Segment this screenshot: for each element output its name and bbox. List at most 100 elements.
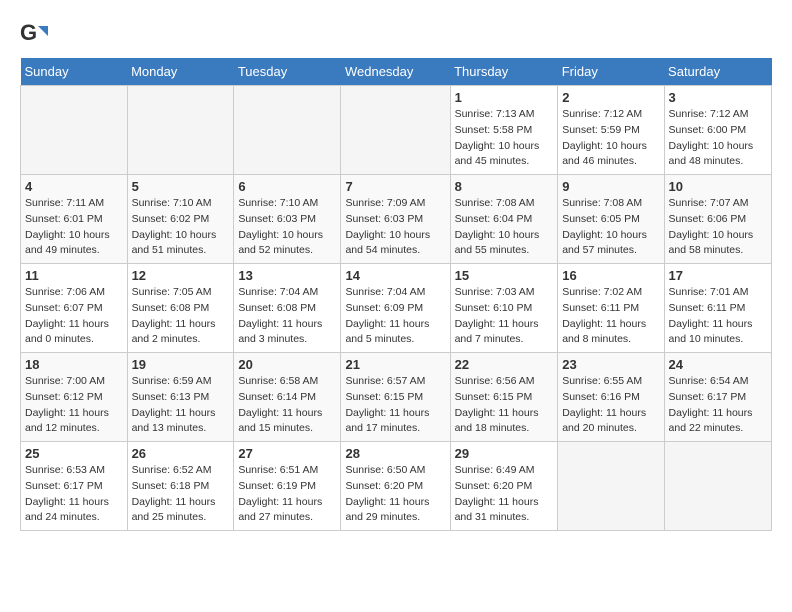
- day-info: Sunrise: 7:08 AMSunset: 6:04 PMDaylight:…: [455, 196, 554, 259]
- day-info: Sunrise: 6:54 AMSunset: 6:17 PMDaylight:…: [669, 374, 767, 437]
- day-info: Sunrise: 7:01 AMSunset: 6:11 PMDaylight:…: [669, 285, 767, 348]
- day-number: 12: [132, 268, 230, 283]
- day-number: 6: [238, 179, 336, 194]
- calendar-header-row: SundayMondayTuesdayWednesdayThursdayFrid…: [21, 58, 772, 86]
- calendar-cell: 14 Sunrise: 7:04 AMSunset: 6:09 PMDayligh…: [341, 264, 450, 353]
- day-number: 19: [132, 357, 230, 372]
- day-info: Sunrise: 6:59 AMSunset: 6:13 PMDaylight:…: [132, 374, 230, 437]
- calendar-cell: 23 Sunrise: 6:55 AMSunset: 6:16 PMDayligh…: [558, 353, 664, 442]
- day-info: Sunrise: 6:51 AMSunset: 6:19 PMDaylight:…: [238, 463, 336, 526]
- calendar-cell: 5 Sunrise: 7:10 AMSunset: 6:02 PMDaylight…: [127, 175, 234, 264]
- calendar-cell: 22 Sunrise: 6:56 AMSunset: 6:15 PMDayligh…: [450, 353, 558, 442]
- calendar-cell: 3Sunrise: 7:12 AMSunset: 6:00 PMDaylight…: [664, 86, 771, 175]
- logo-icon: G: [20, 20, 48, 48]
- day-info: Sunrise: 7:05 AMSunset: 6:08 PMDaylight:…: [132, 285, 230, 348]
- day-info: Sunrise: 7:08 AMSunset: 6:05 PMDaylight:…: [562, 196, 659, 259]
- calendar-cell: 2 Sunrise: 7:12 AMSunset: 5:59 PMDaylight…: [558, 86, 664, 175]
- day-info: Sunrise: 7:13 AMSunset: 5:58 PMDaylight:…: [455, 107, 554, 170]
- calendar-cell: 4Sunrise: 7:11 AMSunset: 6:01 PMDaylight…: [21, 175, 128, 264]
- day-info: Sunrise: 7:12 AMSunset: 5:59 PMDaylight:…: [562, 107, 659, 170]
- day-info: Sunrise: 7:09 AMSunset: 6:03 PMDaylight:…: [345, 196, 445, 259]
- header: G: [20, 20, 772, 48]
- calendar-cell: 26 Sunrise: 6:52 AMSunset: 6:18 PMDayligh…: [127, 442, 234, 531]
- day-number: 22: [455, 357, 554, 372]
- day-info: Sunrise: 7:03 AMSunset: 6:10 PMDaylight:…: [455, 285, 554, 348]
- day-info: Sunrise: 7:00 AMSunset: 6:12 PMDaylight:…: [25, 374, 123, 437]
- day-info: Sunrise: 7:06 AMSunset: 6:07 PMDaylight:…: [25, 285, 123, 348]
- calendar-table: SundayMondayTuesdayWednesdayThursdayFrid…: [20, 58, 772, 531]
- day-number: 11: [25, 268, 123, 283]
- day-info: Sunrise: 7:04 AMSunset: 6:08 PMDaylight:…: [238, 285, 336, 348]
- day-number: 16: [562, 268, 659, 283]
- day-info: Sunrise: 7:10 AMSunset: 6:03 PMDaylight:…: [238, 196, 336, 259]
- day-info: Sunrise: 7:04 AMSunset: 6:09 PMDaylight:…: [345, 285, 445, 348]
- day-info: Sunrise: 6:49 AMSunset: 6:20 PMDaylight:…: [455, 463, 554, 526]
- day-info: Sunrise: 7:10 AMSunset: 6:02 PMDaylight:…: [132, 196, 230, 259]
- calendar-cell: 8Sunrise: 7:08 AMSunset: 6:04 PMDaylight…: [450, 175, 558, 264]
- calendar-cell: [21, 86, 128, 175]
- calendar-week-3: 11 Sunrise: 7:06 AMSunset: 6:07 PMDayligh…: [21, 264, 772, 353]
- day-number: 2: [562, 90, 659, 105]
- header-saturday: Saturday: [664, 58, 771, 86]
- calendar-cell: 10 Sunrise: 7:07 AMSunset: 6:06 PMDayligh…: [664, 175, 771, 264]
- day-number: 3: [669, 90, 767, 105]
- day-number: 21: [345, 357, 445, 372]
- day-number: 27: [238, 446, 336, 461]
- header-monday: Monday: [127, 58, 234, 86]
- day-number: 28: [345, 446, 445, 461]
- day-info: Sunrise: 6:58 AMSunset: 6:14 PMDaylight:…: [238, 374, 336, 437]
- calendar-week-4: 18 Sunrise: 7:00 AMSunset: 6:12 PMDayligh…: [21, 353, 772, 442]
- day-info: Sunrise: 7:07 AMSunset: 6:06 PMDaylight:…: [669, 196, 767, 259]
- calendar-cell: 21 Sunrise: 6:57 AMSunset: 6:15 PMDayligh…: [341, 353, 450, 442]
- calendar-cell: 11 Sunrise: 7:06 AMSunset: 6:07 PMDayligh…: [21, 264, 128, 353]
- calendar-cell: 6 Sunrise: 7:10 AMSunset: 6:03 PMDaylight…: [234, 175, 341, 264]
- day-number: 15: [455, 268, 554, 283]
- calendar-cell: 28 Sunrise: 6:50 AMSunset: 6:20 PMDayligh…: [341, 442, 450, 531]
- day-number: 23: [562, 357, 659, 372]
- day-number: 7: [345, 179, 445, 194]
- calendar-cell: 15 Sunrise: 7:03 AMSunset: 6:10 PMDayligh…: [450, 264, 558, 353]
- day-info: Sunrise: 7:02 AMSunset: 6:11 PMDaylight:…: [562, 285, 659, 348]
- day-info: Sunrise: 6:57 AMSunset: 6:15 PMDaylight:…: [345, 374, 445, 437]
- header-friday: Friday: [558, 58, 664, 86]
- calendar-cell: [558, 442, 664, 531]
- calendar-cell: [664, 442, 771, 531]
- calendar-cell: 24 Sunrise: 6:54 AMSunset: 6:17 PMDayligh…: [664, 353, 771, 442]
- calendar-cell: 13 Sunrise: 7:04 AMSunset: 6:08 PMDayligh…: [234, 264, 341, 353]
- calendar-cell: 7 Sunrise: 7:09 AMSunset: 6:03 PMDaylight…: [341, 175, 450, 264]
- calendar-cell: 16 Sunrise: 7:02 AMSunset: 6:11 PMDayligh…: [558, 264, 664, 353]
- day-info: Sunrise: 6:55 AMSunset: 6:16 PMDaylight:…: [562, 374, 659, 437]
- calendar-cell: 27 Sunrise: 6:51 AMSunset: 6:19 PMDayligh…: [234, 442, 341, 531]
- header-tuesday: Tuesday: [234, 58, 341, 86]
- calendar-cell: [127, 86, 234, 175]
- day-number: 24: [669, 357, 767, 372]
- day-number: 10: [669, 179, 767, 194]
- day-number: 13: [238, 268, 336, 283]
- calendar-cell: 20 Sunrise: 6:58 AMSunset: 6:14 PMDayligh…: [234, 353, 341, 442]
- day-number: 18: [25, 357, 123, 372]
- calendar-cell: 1Sunrise: 7:13 AMSunset: 5:58 PMDaylight…: [450, 86, 558, 175]
- day-number: 26: [132, 446, 230, 461]
- day-info: Sunrise: 6:56 AMSunset: 6:15 PMDaylight:…: [455, 374, 554, 437]
- svg-text:G: G: [20, 20, 37, 45]
- calendar-cell: 9 Sunrise: 7:08 AMSunset: 6:05 PMDaylight…: [558, 175, 664, 264]
- header-wednesday: Wednesday: [341, 58, 450, 86]
- day-info: Sunrise: 6:50 AMSunset: 6:20 PMDaylight:…: [345, 463, 445, 526]
- day-number: 20: [238, 357, 336, 372]
- day-number: 5: [132, 179, 230, 194]
- calendar-cell: 18 Sunrise: 7:00 AMSunset: 6:12 PMDayligh…: [21, 353, 128, 442]
- calendar-week-1: 1Sunrise: 7:13 AMSunset: 5:58 PMDaylight…: [21, 86, 772, 175]
- calendar-cell: 25Sunrise: 6:53 AMSunset: 6:17 PMDayligh…: [21, 442, 128, 531]
- calendar-cell: [234, 86, 341, 175]
- day-info: Sunrise: 6:53 AMSunset: 6:17 PMDaylight:…: [25, 463, 123, 526]
- day-number: 4: [25, 179, 123, 194]
- day-info: Sunrise: 6:52 AMSunset: 6:18 PMDaylight:…: [132, 463, 230, 526]
- day-number: 14: [345, 268, 445, 283]
- header-thursday: Thursday: [450, 58, 558, 86]
- day-number: 9: [562, 179, 659, 194]
- calendar-cell: 29Sunrise: 6:49 AMSunset: 6:20 PMDayligh…: [450, 442, 558, 531]
- calendar-cell: 19 Sunrise: 6:59 AMSunset: 6:13 PMDayligh…: [127, 353, 234, 442]
- logo: G: [20, 20, 52, 48]
- calendar-cell: 17Sunrise: 7:01 AMSunset: 6:11 PMDayligh…: [664, 264, 771, 353]
- calendar-week-2: 4Sunrise: 7:11 AMSunset: 6:01 PMDaylight…: [21, 175, 772, 264]
